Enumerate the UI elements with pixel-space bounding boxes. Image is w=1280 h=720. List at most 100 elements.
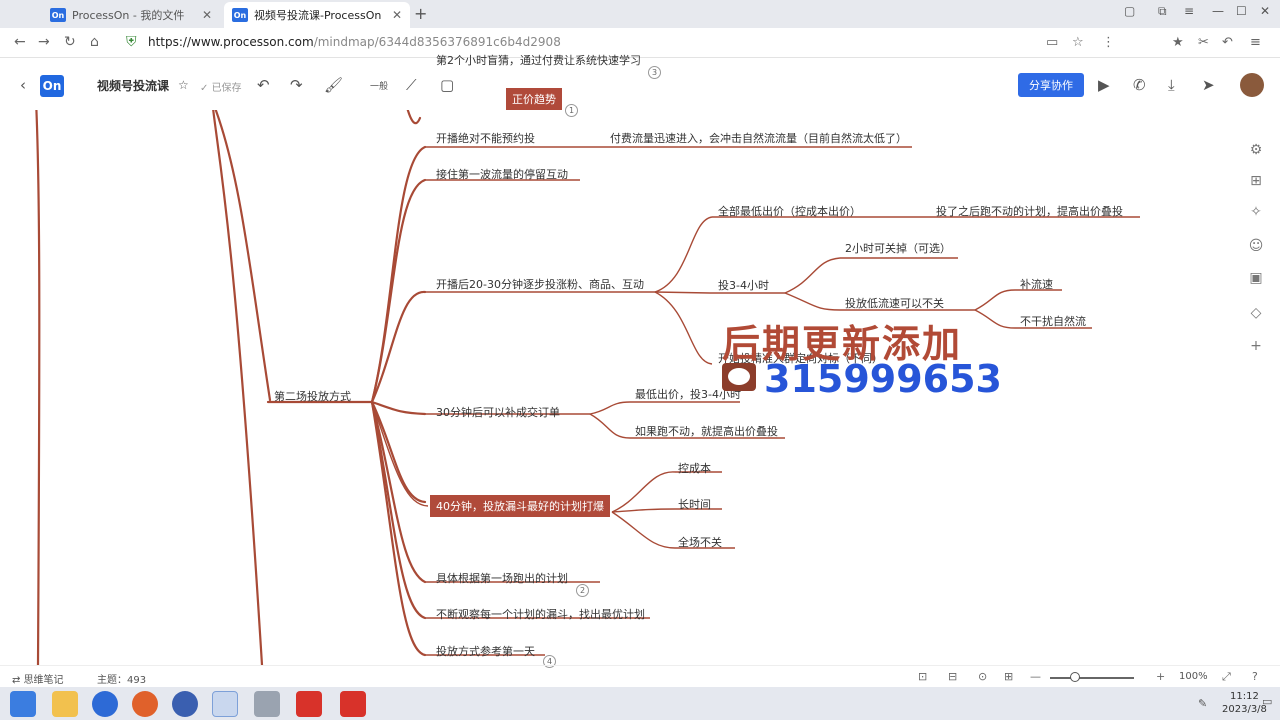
mindmap-node[interactable]: 具体根据第一场跑出的计划	[436, 570, 568, 586]
extensions-icon[interactable]: ⋮	[1102, 35, 1115, 50]
share-button[interactable]: 分享协作	[1018, 73, 1084, 97]
menu-icon[interactable]: ≡	[1184, 4, 1194, 18]
active-browser-icon[interactable]	[212, 691, 238, 717]
browser-tab-bar: On ProcessOn - 我的文件 ✕ On 视频号投流课-ProcessO…	[0, 0, 1280, 28]
edge-browser-icon[interactable]	[92, 691, 118, 717]
zoom-slider[interactable]	[1050, 677, 1134, 679]
mindmap-node[interactable]: 投放低流速可以不关	[845, 295, 944, 311]
system-clock[interactable]: 11:12 2023/3/8	[1222, 690, 1267, 716]
mind-notes-toggle[interactable]: ⇄ 思维笔记	[12, 671, 64, 686]
notification-icon[interactable]: ▭	[1262, 695, 1272, 708]
locate-icon[interactable]: ⊙	[978, 670, 987, 683]
node-count-badge[interactable]: 2	[576, 584, 589, 597]
mindmap-node[interactable]: 投了之后跑不动的计划，提高出价叠投	[936, 203, 1123, 219]
home-icon[interactable]: ⌂	[90, 34, 99, 50]
node-top-highlight[interactable]: 正价趋势	[506, 88, 562, 110]
mindmap-node[interactable]: 2小时可关掉（可选）	[845, 240, 951, 256]
mindmap-node[interactable]: 不干扰自然流	[1020, 313, 1086, 329]
mindmap-node[interactable]: 全场不关	[678, 534, 722, 550]
pen-icon[interactable]: ✎	[1198, 697, 1207, 710]
tab-title: ProcessOn - 我的文件	[72, 9, 185, 22]
screenshot-icon[interactable]: ✂	[1198, 35, 1209, 50]
zoom-out-icon[interactable]: —	[1030, 670, 1041, 683]
tab-mindmap[interactable]: On 视频号投流课-ProcessOn ✕	[224, 2, 410, 28]
format-painter-icon[interactable]: 🖌	[324, 76, 343, 94]
maximize-icon[interactable]: ☐	[1236, 4, 1247, 18]
mindmap-node[interactable]: 30分钟后可以补成交订单	[436, 404, 560, 420]
undo-icon[interactable]: ↶	[1222, 35, 1233, 50]
watermark-number: 315999653	[764, 357, 1002, 401]
back-icon[interactable]: ←	[14, 34, 26, 50]
add-node-icon[interactable]: ▢	[440, 76, 454, 94]
notes-label: 思维笔记	[23, 675, 64, 686]
map-icon[interactable]: ⊞	[1004, 670, 1013, 683]
zoom-level[interactable]: 100%	[1179, 671, 1208, 682]
reader-icon[interactable]: ▭	[1046, 35, 1058, 50]
document-title[interactable]: 视频号投流课	[97, 77, 169, 94]
mindmap-node[interactable]: 投放方式参考第一天	[436, 643, 535, 659]
node-top-truncated[interactable]: 第2个小时盲猜，通过付费让系统快速学习	[436, 52, 641, 68]
close-tab-icon[interactable]: ✕	[392, 8, 402, 22]
download-icon[interactable]: ⤓	[1168, 76, 1175, 94]
tab-my-files[interactable]: On ProcessOn - 我的文件 ✕	[42, 2, 220, 28]
zoom-slider-handle[interactable]	[1070, 672, 1080, 682]
help-icon[interactable]: ?	[1252, 670, 1258, 683]
secure-shield-icon[interactable]: ⛨	[126, 34, 137, 50]
browser-menu-icon[interactable]: ≡	[1250, 35, 1261, 50]
mindmap-node[interactable]: 不断观察每一个计划的漏斗，找出最优计划	[436, 606, 645, 622]
node-count-badge[interactable]: 1	[565, 104, 578, 117]
back-arrow-icon[interactable]: ‹	[20, 76, 26, 94]
profile-icon[interactable]: ▢	[1124, 4, 1135, 18]
file-explorer-icon[interactable]	[52, 691, 78, 717]
present-icon[interactable]: ▶	[1098, 76, 1110, 94]
wps-icon[interactable]	[296, 691, 322, 717]
wechat-icon	[722, 363, 756, 391]
mindmap-node[interactable]: 付费流量迅速进入，会冲击自然流流量（目前自然流太低了）	[610, 130, 907, 146]
close-window-icon[interactable]: ✕	[1260, 4, 1270, 18]
line-tool-icon[interactable]: ⟋	[406, 76, 417, 94]
avatar[interactable]	[1240, 73, 1264, 97]
forward-icon[interactable]: →	[38, 34, 50, 50]
processon-logo[interactable]: On	[40, 75, 64, 97]
fit-icon[interactable]: ⊡	[918, 670, 927, 683]
app-icon[interactable]	[172, 691, 198, 717]
undo-icon[interactable]: ↶	[257, 76, 270, 94]
mindmap-node-highlight[interactable]: 40分钟，投放漏斗最好的计划打爆	[430, 495, 610, 517]
mindmap-node[interactable]: 开播后20-30分钟逐步投涨粉、商品、互动	[436, 276, 644, 292]
restore-window-icon[interactable]: ⧉	[1158, 4, 1167, 19]
star-icon[interactable]: ☆	[178, 78, 189, 92]
mindmap-node[interactable]: 开播绝对不能预约投	[436, 130, 535, 146]
send-icon[interactable]: ➤	[1202, 76, 1215, 94]
phone-icon[interactable]: ✆	[1133, 76, 1146, 94]
redo-icon[interactable]: ↷	[290, 76, 303, 94]
mindmap-node[interactable]: 投3-4小时	[718, 277, 769, 293]
mindmap-node[interactable]: 长时间	[678, 496, 711, 512]
new-tab-icon[interactable]: +	[414, 4, 427, 23]
mindmap-node[interactable]: 控成本	[678, 460, 711, 476]
status-bar: ⇄ 思维笔记 主题：493 ⊡ ⊟ ⊙ ⊞ — + 100% ⤢ ?	[0, 665, 1280, 687]
fullscreen-icon[interactable]: ⤢	[1222, 670, 1231, 684]
reload-icon[interactable]: ↻	[64, 34, 76, 50]
pdf-icon[interactable]	[340, 691, 366, 717]
outline-icon[interactable]: ⊟	[948, 670, 957, 683]
minimize-icon[interactable]: —	[1212, 4, 1224, 18]
bookmark-star-icon[interactable]: ☆	[1072, 35, 1084, 50]
app-icon[interactable]	[132, 691, 158, 717]
zoom-in-icon[interactable]: +	[1156, 670, 1165, 683]
mindmap-node[interactable]: 全部最低出价（控成本出价）	[718, 203, 861, 219]
style-dropdown[interactable]: 一般	[370, 79, 388, 92]
favorites-icon[interactable]: ★	[1172, 35, 1184, 50]
app-icon[interactable]	[254, 691, 280, 717]
tab-title: 视频号投流课-ProcessOn	[254, 9, 382, 22]
url-field[interactable]: https://www.processon.com/mindmap/6344d8…	[148, 35, 561, 49]
mindmap-node[interactable]: 补流速	[1020, 276, 1053, 292]
saved-label: 已保存	[211, 83, 242, 94]
mindmap-node[interactable]: 如果跑不动，就提高出价叠投	[635, 423, 778, 439]
mindmap-root-node[interactable]: 第二场投放方式	[274, 388, 351, 404]
node-count-badge[interactable]: 3	[648, 66, 661, 79]
url-path: /mindmap/6344d8356376891c6b4d2908	[313, 35, 561, 49]
close-tab-icon[interactable]: ✕	[202, 8, 212, 22]
start-menu-icon[interactable]	[10, 691, 36, 717]
mindmap-node[interactable]: 接住第一波流量的停留互动	[436, 166, 568, 182]
mindmap-canvas[interactable]: 第2个小时盲猜，通过付费让系统快速学习 3 正价趋势 1 第二场投放方式 开播绝…	[0, 54, 1280, 668]
